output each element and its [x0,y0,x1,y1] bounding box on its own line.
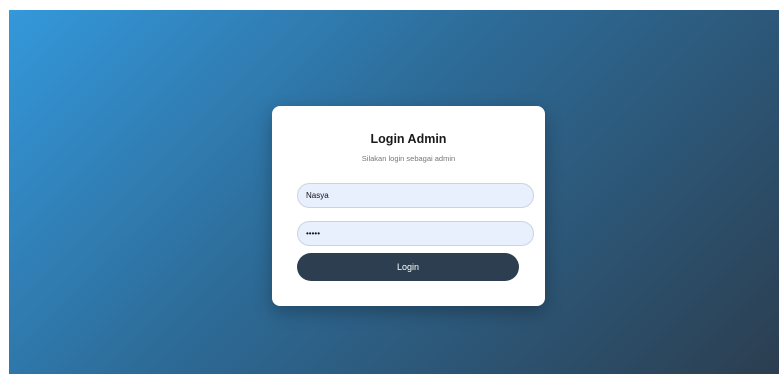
login-subtitle: Silakan login sebagai admin [361,154,456,163]
login-page-background: Login Admin Silakan login sebagai admin … [9,10,779,374]
password-input[interactable] [297,221,534,246]
username-input[interactable] [297,183,534,208]
login-title: Login Admin [370,132,447,146]
login-button[interactable]: Login [297,253,519,281]
login-card: Login Admin Silakan login sebagai admin … [272,106,545,306]
